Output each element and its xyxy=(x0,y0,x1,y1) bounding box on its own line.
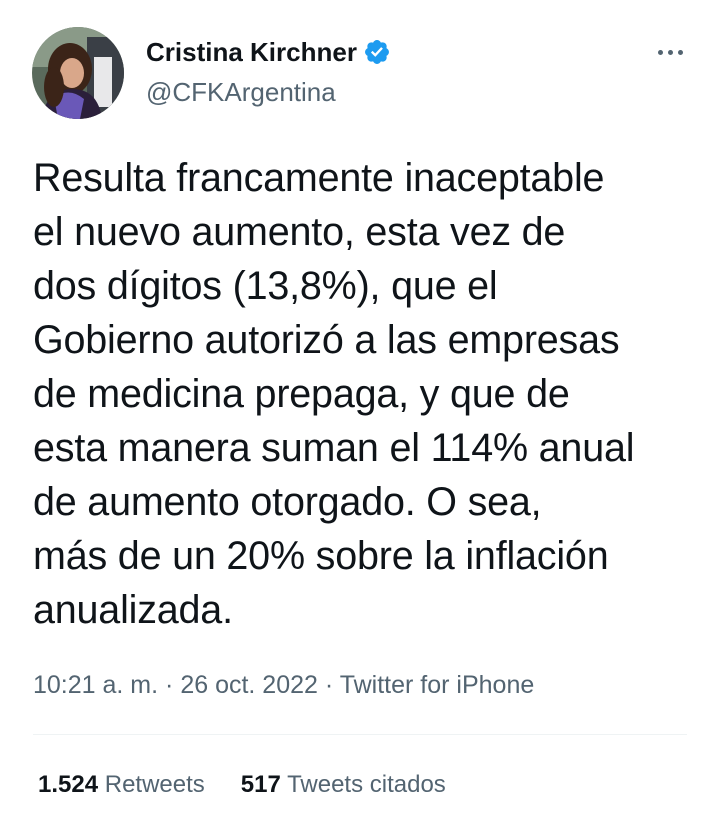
author-name-row[interactable]: Cristina Kirchner xyxy=(146,36,391,68)
meta-separator: · xyxy=(324,671,334,699)
more-dot xyxy=(677,49,683,55)
quotes-stat[interactable]: 517 Tweets citados xyxy=(241,770,446,800)
avatar[interactable] xyxy=(32,27,124,119)
more-options-icon[interactable] xyxy=(650,40,690,64)
author-name[interactable]: Cristina Kirchner xyxy=(146,36,357,68)
tweet-card: Cristina Kirchner @CFKArgentina Resulta … xyxy=(0,0,720,826)
avatar-image xyxy=(32,27,124,119)
retweets-stat[interactable]: 1.524 Retweets xyxy=(38,770,205,800)
verified-badge-icon xyxy=(363,38,391,66)
divider xyxy=(33,734,687,735)
author-handle[interactable]: @CFKArgentina xyxy=(146,76,336,108)
quotes-count: 517 xyxy=(240,771,281,798)
tweet-text: Resulta francamente inaceptable el nuevo… xyxy=(33,156,635,632)
retweets-label: Retweets xyxy=(104,771,205,798)
tweet-stats: 1.524 Retweets 517 Tweets citados xyxy=(38,770,446,800)
more-dot xyxy=(657,49,663,55)
quotes-label: Tweets citados xyxy=(287,771,446,798)
tweet-date[interactable]: 26 oct. 2022 xyxy=(180,671,318,699)
retweets-count: 1.524 xyxy=(38,771,99,798)
meta-separator: · xyxy=(165,671,174,699)
tweet-source[interactable]: Twitter for iPhone xyxy=(340,671,535,699)
tweet-meta: 10:21 a. m. · 26 oct. 2022 · Twitter for… xyxy=(33,668,534,702)
tweet-time[interactable]: 10:21 a. m. xyxy=(33,671,158,699)
more-dot xyxy=(667,49,673,55)
